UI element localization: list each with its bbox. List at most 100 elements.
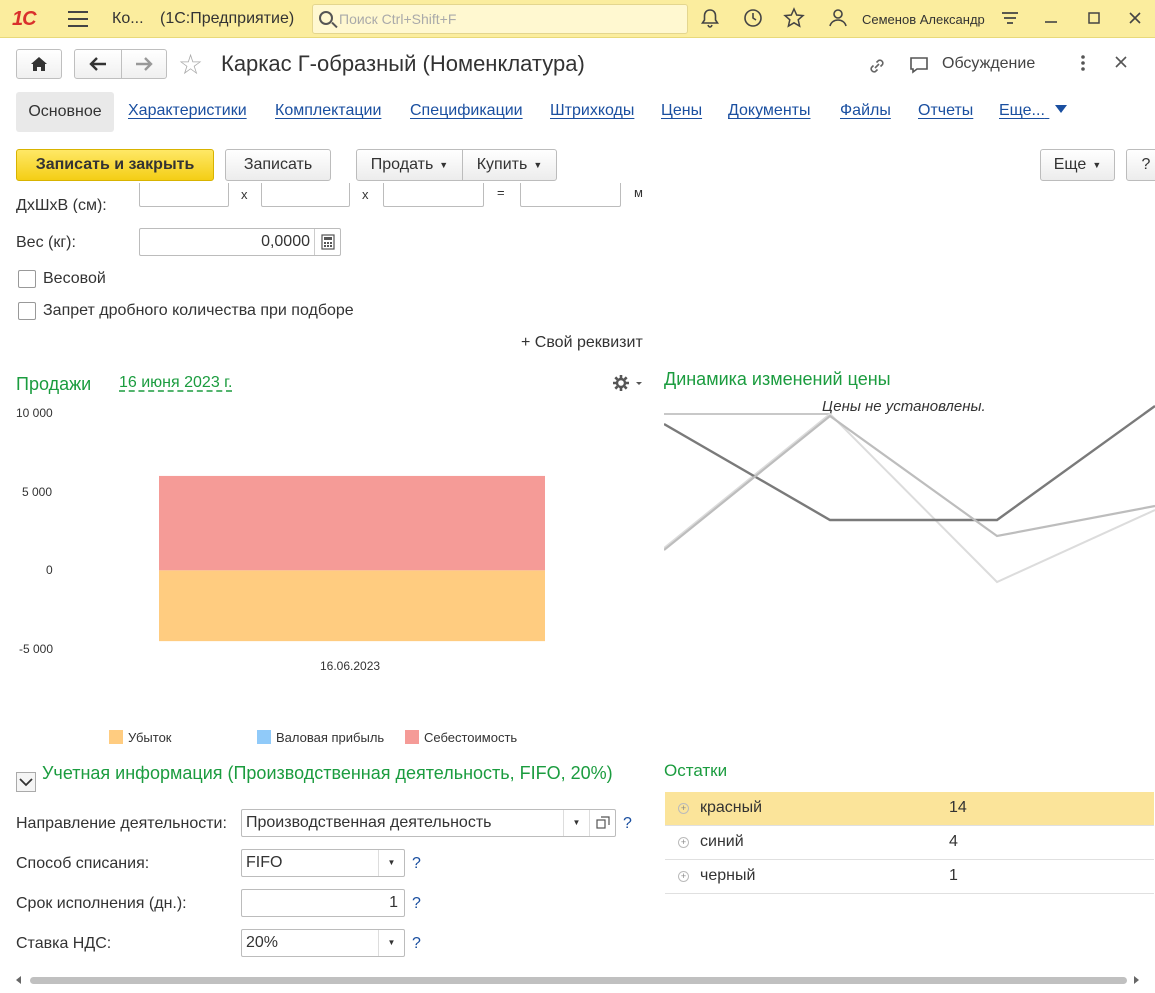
y-tick: 10 000 xyxy=(16,406,53,420)
home-button[interactable] xyxy=(16,49,62,79)
tab-main[interactable]: Основное xyxy=(16,92,114,132)
scroll-right-arrow-icon[interactable] xyxy=(1134,976,1139,984)
search-icon xyxy=(319,11,333,25)
sell-button[interactable]: Продать ▼ xyxy=(356,149,463,181)
open-icon[interactable] xyxy=(589,810,615,836)
close-window-icon[interactable] xyxy=(1123,7,1147,31)
tab-documents[interactable]: Документы xyxy=(728,102,810,120)
accounting-title[interactable]: Учетная информация (Производственная дея… xyxy=(42,762,632,785)
favorites-star-icon[interactable] xyxy=(782,7,806,31)
tab-kits[interactable]: Комплектации xyxy=(275,102,381,120)
y-tick: -5 000 xyxy=(19,642,54,656)
height-field[interactable] xyxy=(383,183,484,207)
length-field[interactable] xyxy=(139,183,229,207)
dims-sep-x1: х xyxy=(241,187,248,202)
legend-loss: Убыток xyxy=(109,730,172,745)
direction-field[interactable]: Производственная деятельность ▼ xyxy=(241,809,616,837)
price-dynamics-title: Динамика изменений цены xyxy=(664,369,891,389)
weighted-label: Весовой xyxy=(43,270,106,287)
writeoff-label: Способ списания: xyxy=(16,855,150,872)
term-help[interactable]: ? xyxy=(412,895,421,913)
tab-characteristics[interactable]: Характеристики xyxy=(128,102,247,120)
maximize-icon[interactable] xyxy=(1082,7,1106,31)
term-field[interactable]: 1 xyxy=(241,889,405,917)
expand-icon[interactable]: + xyxy=(678,837,689,848)
settings-menu-icon[interactable] xyxy=(998,7,1022,31)
more-actions-icon[interactable] xyxy=(1078,52,1088,79)
user-name[interactable]: Семенов Александр xyxy=(862,12,985,27)
forward-button[interactable] xyxy=(121,49,167,79)
vat-help[interactable]: ? xyxy=(412,935,421,953)
table-row[interactable]: + красный 14 xyxy=(665,792,1154,826)
dropdown-arrow-icon: ▼ xyxy=(533,160,543,170)
remains-name: синий xyxy=(700,833,744,850)
tab-prices[interactable]: Цены xyxy=(661,102,702,120)
chart-settings-gear-icon[interactable] xyxy=(611,372,643,398)
weight-field[interactable]: 0,0000 xyxy=(139,228,341,256)
favorite-star-icon[interactable]: ☆ xyxy=(178,48,203,81)
tab-more[interactable]: Еще... xyxy=(999,102,1068,120)
history-icon[interactable] xyxy=(741,7,765,31)
fraction-ban-checkbox[interactable] xyxy=(18,302,36,320)
sales-date-link[interactable]: 16 июня 2023 г. xyxy=(119,374,233,392)
tab-reports[interactable]: Отчеты xyxy=(918,102,973,120)
vat-label: Ставка НДС: xyxy=(16,935,112,952)
discussion-icon[interactable] xyxy=(908,54,930,81)
sales-chart xyxy=(159,475,545,642)
remains-qty: 4 xyxy=(949,833,958,850)
tab-specifications[interactable]: Спецификации xyxy=(410,102,523,120)
add-custom-attribute-link[interactable]: + Свой реквизит xyxy=(521,334,643,352)
chevron-down-icon xyxy=(1055,105,1068,113)
back-button[interactable] xyxy=(74,49,122,79)
close-form-icon[interactable] xyxy=(1114,55,1128,74)
menu-icon[interactable] xyxy=(68,11,88,27)
discussion-link[interactable]: Обсуждение xyxy=(942,55,1035,73)
user-icon[interactable] xyxy=(826,7,850,31)
calculator-icon[interactable] xyxy=(314,229,340,255)
width-field[interactable] xyxy=(261,183,350,207)
tab-barcodes[interactable]: Штрихкоды xyxy=(550,102,634,120)
1c-logo[interactable]: 1С xyxy=(12,8,37,31)
bar-segment-0[interactable] xyxy=(159,570,545,642)
weight-label: Вес (кг): xyxy=(16,234,76,251)
direction-label: Направление деятельности: xyxy=(16,815,227,832)
table-row[interactable]: + черный 1 xyxy=(665,860,1154,894)
scrollbar-thumb[interactable] xyxy=(30,977,1127,984)
save-button[interactable]: Записать xyxy=(225,149,331,181)
legend-swatch xyxy=(405,730,419,744)
vat-field[interactable]: 20% ▼ xyxy=(241,929,405,957)
writeoff-field[interactable]: FIFO ▼ xyxy=(241,849,405,877)
dropdown-arrow-icon[interactable]: ▼ xyxy=(378,850,404,876)
expand-icon[interactable]: + xyxy=(678,803,689,814)
direction-help[interactable]: ? xyxy=(623,815,632,833)
remains-title: Остатки xyxy=(664,761,728,780)
minimize-icon[interactable] xyxy=(1039,7,1063,31)
table-row[interactable]: + синий 4 xyxy=(665,826,1154,860)
search-input[interactable] xyxy=(339,9,679,29)
bell-icon[interactable] xyxy=(698,7,722,31)
tab-files[interactable]: Файлы xyxy=(840,102,891,120)
global-search[interactable] xyxy=(312,4,688,34)
buy-button[interactable]: Купить ▼ xyxy=(462,149,557,181)
save-and-close-button[interactable]: Записать и закрыть xyxy=(16,149,214,181)
bar-segment-2[interactable] xyxy=(159,475,545,571)
weighted-checkbox[interactable] xyxy=(18,270,36,288)
dropdown-arrow-icon[interactable]: ▼ xyxy=(378,930,404,956)
horizontal-scrollbar[interactable] xyxy=(16,974,1140,986)
help-button[interactable]: ? xyxy=(1126,149,1155,181)
dims-sep-x2: х xyxy=(362,187,369,202)
volume-field[interactable] xyxy=(520,183,621,207)
expand-icon[interactable]: + xyxy=(678,871,689,882)
y-tick: 0 xyxy=(46,563,53,577)
dropdown-arrow-icon: ▼ xyxy=(1092,160,1102,170)
more-button[interactable]: Еще ▼ xyxy=(1040,149,1115,181)
collapse-toggle[interactable] xyxy=(16,772,36,792)
scroll-left-arrow-icon[interactable] xyxy=(16,976,21,984)
remains-qty: 14 xyxy=(949,799,967,816)
writeoff-help[interactable]: ? xyxy=(412,855,421,873)
legend-gross-profit: Валовая прибыль xyxy=(257,730,384,745)
dims-sep-eq: = xyxy=(497,185,505,200)
dropdown-arrow-icon[interactable]: ▼ xyxy=(563,810,589,836)
link-icon[interactable] xyxy=(866,55,888,82)
term-label: Срок исполнения (дн.): xyxy=(16,895,187,912)
